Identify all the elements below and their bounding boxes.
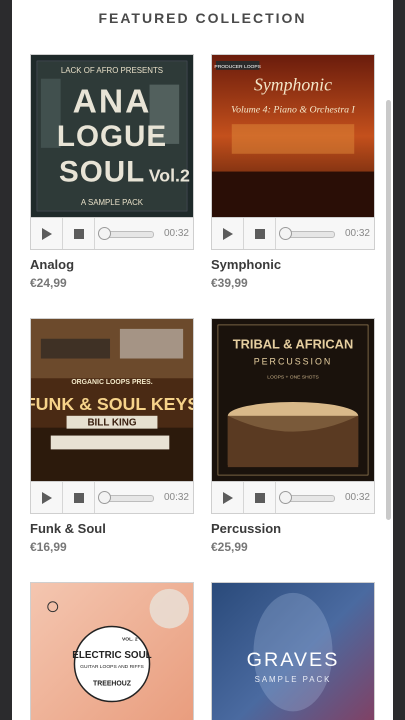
cover-badge: PRODUCER LOOPS bbox=[214, 64, 261, 70]
product-cover-image[interactable]: PRODUCER LOOPS Symphonic Volume 4: Piano… bbox=[211, 54, 375, 218]
audio-player: 00:32 bbox=[211, 482, 375, 514]
cover-line1: ANA bbox=[73, 83, 152, 120]
stop-button[interactable] bbox=[244, 482, 276, 513]
audio-player: 00:32 bbox=[30, 218, 194, 250]
audio-player: 00:32 bbox=[30, 482, 194, 514]
cover-subtitle: GUITAR LOOPS AND RIFFS bbox=[80, 664, 144, 670]
play-icon bbox=[41, 491, 52, 504]
cover-title: GRAVES bbox=[247, 649, 340, 671]
seek-handle[interactable] bbox=[98, 491, 111, 504]
product-card-analog[interactable]: LACK OF AFRO PRESENTS ANA LOGUE SOUL Vol… bbox=[30, 54, 194, 290]
seek-slider[interactable] bbox=[276, 482, 345, 513]
page-content: FEATURED COLLECTION LACK OF AFRO PRESENT… bbox=[12, 0, 393, 720]
play-icon bbox=[222, 491, 233, 504]
seek-slider[interactable] bbox=[95, 482, 164, 513]
cover-vol: Vol.2 bbox=[149, 165, 190, 185]
play-button[interactable] bbox=[212, 482, 244, 513]
seek-handle[interactable] bbox=[98, 227, 111, 240]
cover-brand: TREEHOUZ bbox=[93, 681, 132, 688]
cover-line2: LOGUE bbox=[57, 120, 167, 153]
product-cover-image[interactable]: GRAVES SAMPLE PACK bbox=[211, 582, 375, 720]
cover-subtitle: SAMPLE PACK bbox=[255, 675, 332, 684]
product-name[interactable]: Symphonic bbox=[211, 257, 375, 272]
stop-button[interactable] bbox=[63, 218, 95, 249]
percussion-cover-art: TRIBAL & AFRICAN PERCUSSION LOOPS + ONE … bbox=[212, 319, 374, 481]
cover-line3: SOUL bbox=[59, 155, 145, 188]
play-button[interactable] bbox=[31, 482, 63, 513]
cover-vol: VOL. 2 bbox=[122, 636, 138, 642]
play-button[interactable] bbox=[212, 218, 244, 249]
cover-top-text: LACK OF AFRO PRESENTS bbox=[61, 66, 163, 75]
cover-bottom-text: A SAMPLE PACK bbox=[81, 198, 144, 207]
analog-cover-art: LACK OF AFRO PRESENTS ANA LOGUE SOUL Vol… bbox=[31, 55, 193, 217]
duration-label: 00:32 bbox=[344, 228, 370, 239]
cover-top-text: ORGANIC LOOPS PRES. bbox=[71, 379, 152, 386]
play-icon bbox=[222, 227, 233, 240]
product-cover-image[interactable]: VOL. 2 ELECTRIC SOUL GUITAR LOOPS AND RI… bbox=[30, 582, 194, 720]
product-card-symphonic[interactable]: PRODUCER LOOPS Symphonic Volume 4: Piano… bbox=[211, 54, 375, 290]
product-name[interactable]: Funk & Soul bbox=[30, 521, 194, 536]
electric-soul-cover-art: VOL. 2 ELECTRIC SOUL GUITAR LOOPS AND RI… bbox=[31, 583, 193, 720]
stop-icon bbox=[73, 228, 84, 239]
product-card-funk-soul[interactable]: ORGANIC LOOPS PRES. FUNK & SOUL KEYS BIL… bbox=[30, 318, 194, 554]
seek-handle[interactable] bbox=[279, 227, 292, 240]
cover-small-text: LOOPS + ONE SHOTS bbox=[267, 374, 319, 380]
product-price: €24,99 bbox=[30, 276, 67, 290]
product-card-percussion[interactable]: TRIBAL & AFRICAN PERCUSSION LOOPS + ONE … bbox=[211, 318, 375, 554]
funk-soul-cover-art: ORGANIC LOOPS PRES. FUNK & SOUL KEYS BIL… bbox=[31, 319, 193, 481]
symphonic-cover-art: PRODUCER LOOPS Symphonic Volume 4: Piano… bbox=[212, 55, 374, 217]
product-cover-image[interactable]: TRIBAL & AFRICAN PERCUSSION LOOPS + ONE … bbox=[211, 318, 375, 482]
cover-subtitle: Volume 4: Piano & Orchestra I bbox=[231, 104, 355, 115]
seek-slider[interactable] bbox=[276, 218, 345, 249]
seek-slider[interactable] bbox=[95, 218, 164, 249]
section-title: FEATURED COLLECTION bbox=[98, 10, 307, 26]
product-cover-image[interactable]: LACK OF AFRO PRESENTS ANA LOGUE SOUL Vol… bbox=[30, 54, 194, 218]
scrollbar[interactable] bbox=[386, 100, 391, 520]
duration-label: 00:32 bbox=[344, 492, 370, 503]
cover-title: Symphonic bbox=[254, 75, 332, 95]
product-card-graves[interactable]: GRAVES SAMPLE PACK bbox=[211, 582, 375, 720]
duration-label: 00:32 bbox=[163, 492, 189, 503]
product-price: €16,99 bbox=[30, 540, 67, 554]
product-cover-image[interactable]: ORGANIC LOOPS PRES. FUNK & SOUL KEYS BIL… bbox=[30, 318, 194, 482]
stop-button[interactable] bbox=[244, 218, 276, 249]
product-name[interactable]: Percussion bbox=[211, 521, 375, 536]
play-icon bbox=[41, 227, 52, 240]
stop-icon bbox=[254, 492, 265, 503]
cover-title: FUNK & SOUL KEYS bbox=[31, 394, 193, 414]
cover-title: TRIBAL & AFRICAN bbox=[233, 337, 353, 352]
cover-banner: BILL KING bbox=[87, 418, 136, 429]
stop-icon bbox=[254, 228, 265, 239]
cover-subtitle: PERCUSSION bbox=[254, 356, 332, 366]
product-price: €39,99 bbox=[211, 276, 248, 290]
seek-handle[interactable] bbox=[279, 491, 292, 504]
stop-icon bbox=[73, 492, 84, 503]
stop-button[interactable] bbox=[63, 482, 95, 513]
product-name[interactable]: Analog bbox=[30, 257, 194, 272]
product-card-electric-soul[interactable]: VOL. 2 ELECTRIC SOUL GUITAR LOOPS AND RI… bbox=[30, 582, 194, 720]
play-button[interactable] bbox=[31, 218, 63, 249]
graves-cover-art: GRAVES SAMPLE PACK bbox=[212, 583, 374, 720]
audio-player: 00:32 bbox=[211, 218, 375, 250]
duration-label: 00:32 bbox=[163, 228, 189, 239]
product-price: €25,99 bbox=[211, 540, 248, 554]
cover-title: ELECTRIC SOUL bbox=[72, 650, 151, 661]
